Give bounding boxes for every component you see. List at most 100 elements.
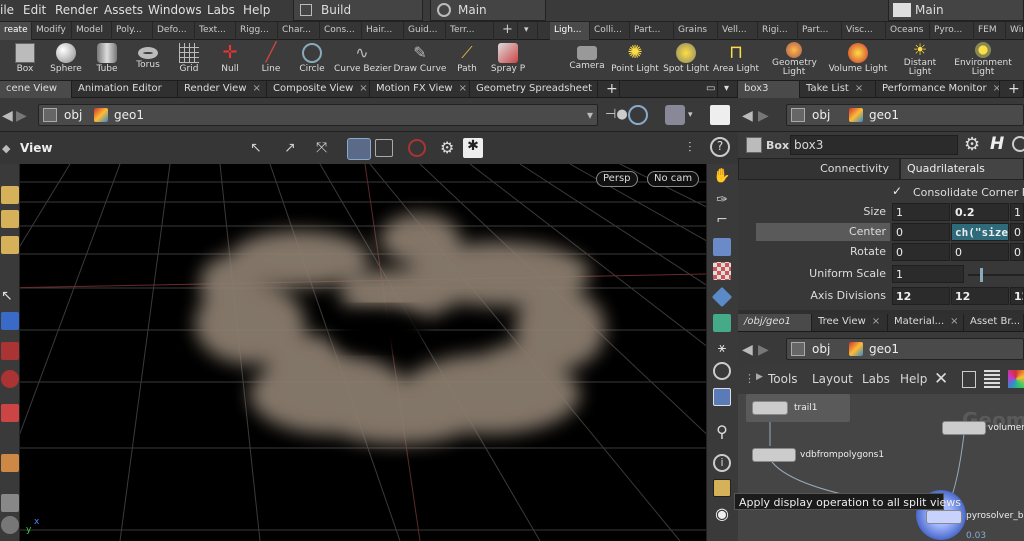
- dropdown-icon[interactable]: ▾: [587, 108, 593, 122]
- shelf-tab[interactable]: Text...: [195, 22, 236, 40]
- scale-slider-handle[interactable]: [980, 268, 983, 282]
- center-y-expression-field[interactable]: ch("size: [951, 223, 1009, 241]
- shelf-tab[interactable]: Part...: [798, 22, 842, 40]
- menu-labs[interactable]: Labs: [207, 3, 235, 17]
- network-path-field[interactable]: obj geo1: [786, 338, 1024, 360]
- info-icon[interactable]: i: [713, 454, 731, 472]
- shelf-tab[interactable]: Vell...: [718, 22, 758, 40]
- close-icon[interactable]: ×: [993, 83, 999, 94]
- shelf-tab[interactable]: Defo...: [153, 22, 195, 40]
- center-z-field[interactable]: 0: [1010, 223, 1024, 241]
- menu-file[interactable]: ile: [0, 3, 14, 17]
- volumerasterize-node[interactable]: [942, 421, 986, 435]
- shelf-tab[interactable]: Wires: [1006, 22, 1024, 40]
- vdb-node-label[interactable]: vdbfrompolygons1: [800, 450, 884, 460]
- path-tool[interactable]: ⟋ Path: [450, 40, 484, 81]
- uv-icon[interactable]: [713, 314, 731, 332]
- tab-parameters[interactable]: box3: [738, 81, 800, 98]
- close-icon[interactable]: ×: [872, 316, 880, 327]
- menu-windows[interactable]: Windows: [148, 3, 202, 17]
- path-node[interactable]: geo1: [869, 342, 899, 356]
- tab-take-list[interactable]: Take List ×: [800, 81, 876, 98]
- screen-icon[interactable]: [375, 139, 393, 157]
- lock-icon[interactable]: [1, 312, 19, 330]
- eye-icon[interactable]: ◉: [713, 504, 731, 523]
- tab-tree-view[interactable]: Tree View ×: [812, 314, 888, 331]
- viewer-title[interactable]: View: [20, 141, 52, 155]
- shelf-tab[interactable]: Oceans: [886, 22, 930, 40]
- shelf-tab[interactable]: Model: [72, 22, 112, 40]
- pin-icon[interactable]: ⊣●: [605, 107, 628, 122]
- menu-assets[interactable]: Assets: [104, 3, 143, 17]
- view-camera-icon[interactable]: [347, 138, 371, 160]
- add-tab-icon[interactable]: +: [1002, 81, 1024, 98]
- shelf-tab[interactable]: Grains: [674, 22, 718, 40]
- curve-bezier-tool[interactable]: ∿ Curve Bezier: [334, 40, 392, 81]
- maximize-icon[interactable]: ▭: [700, 81, 718, 98]
- trail-node-label[interactable]: trail1: [794, 403, 817, 413]
- path-root[interactable]: obj: [64, 108, 82, 122]
- uniform-scale-field[interactable]: 1: [892, 265, 964, 283]
- handle-icon[interactable]: ⤧: [316, 140, 336, 158]
- context-selector[interactable]: Main: [430, 0, 546, 21]
- image-icon[interactable]: [713, 388, 731, 406]
- tube-tool[interactable]: Tube: [88, 40, 126, 81]
- houdini-help-icon[interactable]: H: [990, 134, 1004, 154]
- geometry-light-tool[interactable]: Geometry Light: [764, 40, 824, 81]
- add-shelf-icon[interactable]: +: [498, 22, 518, 40]
- desktop-selector[interactable]: Build: [293, 0, 423, 21]
- tab-scene-view[interactable]: cene View: [0, 81, 72, 98]
- menu-help[interactable]: Help: [243, 3, 270, 17]
- record-icon[interactable]: [408, 139, 426, 157]
- right-context-selector[interactable]: Main: [888, 0, 1024, 21]
- divisions-x-field[interactable]: 12: [892, 287, 950, 305]
- shelf-tab[interactable]: Rigg...: [236, 22, 278, 40]
- torus-tool[interactable]: Torus: [128, 40, 168, 81]
- parm-path-field[interactable]: obj geo1: [786, 104, 1024, 126]
- vdbfrompolygons-node[interactable]: [752, 448, 796, 462]
- scale-slider-track[interactable]: [968, 274, 1024, 276]
- snap-points-icon[interactable]: ⚹: [713, 340, 731, 358]
- shelf-tab[interactable]: Ligh...: [550, 22, 590, 40]
- transform-icon[interactable]: ↗: [284, 140, 304, 158]
- cube-view-icon[interactable]: [665, 105, 685, 125]
- tab-performance-monitor[interactable]: Performance Monitor ×: [876, 81, 1000, 98]
- paint-icon[interactable]: [1, 342, 19, 360]
- close-icon[interactable]: ×: [359, 83, 367, 94]
- measure-icon[interactable]: [1, 494, 19, 512]
- scene-viewport[interactable]: yx Persp No cam: [0, 164, 706, 541]
- shelf-tab[interactable]: Pyro...: [930, 22, 974, 40]
- spot-light-tool[interactable]: Spot Light: [662, 40, 710, 81]
- wrench-icon[interactable]: ✕: [934, 369, 948, 389]
- rotate-z-field[interactable]: 0: [1010, 243, 1024, 261]
- persp-menu[interactable]: Persp: [596, 171, 638, 187]
- volume-light-tool[interactable]: Volume Light: [828, 40, 888, 81]
- shelf-tab[interactable]: Visc...: [842, 22, 886, 40]
- tree-icon[interactable]: [962, 371, 976, 388]
- checkbox-checked-icon[interactable]: ✓: [892, 184, 902, 198]
- tab-asset-browser[interactable]: Asset Br...: [964, 314, 1024, 331]
- sphere-tool[interactable]: Sphere: [46, 40, 86, 81]
- grid-tool[interactable]: Grid: [170, 40, 208, 81]
- environment-light-tool[interactable]: Environment Light: [950, 40, 1016, 81]
- palette-icon[interactable]: [1008, 370, 1024, 388]
- shelf-tab[interactable]: Cons...: [320, 22, 362, 40]
- add-tab-icon[interactable]: +: [600, 81, 620, 98]
- shelf-tab[interactable]: Guid...: [404, 22, 446, 40]
- background-icon[interactable]: [713, 362, 731, 380]
- path-root[interactable]: obj: [812, 342, 830, 356]
- menu-tools[interactable]: Tools: [768, 372, 798, 386]
- info-icon[interactable]: [1, 516, 19, 534]
- camera-menu[interactable]: No cam: [647, 171, 700, 187]
- menu-help[interactable]: Help: [900, 372, 927, 386]
- list-icon[interactable]: [984, 370, 1000, 388]
- divisions-z-field[interactable]: 12: [1010, 287, 1024, 305]
- pose-icon[interactable]: [1, 404, 19, 422]
- tab-material[interactable]: Material... ×: [888, 314, 964, 331]
- tab-render-view[interactable]: Render View ×: [178, 81, 267, 98]
- shelf-tab[interactable]: Terr...: [446, 22, 494, 40]
- line-tool[interactable]: ╱ Line: [252, 40, 290, 81]
- shelf-tab[interactable]: Part...: [630, 22, 674, 40]
- box-tool[interactable]: Box: [6, 40, 44, 81]
- location-icon[interactable]: ⚲: [713, 422, 731, 441]
